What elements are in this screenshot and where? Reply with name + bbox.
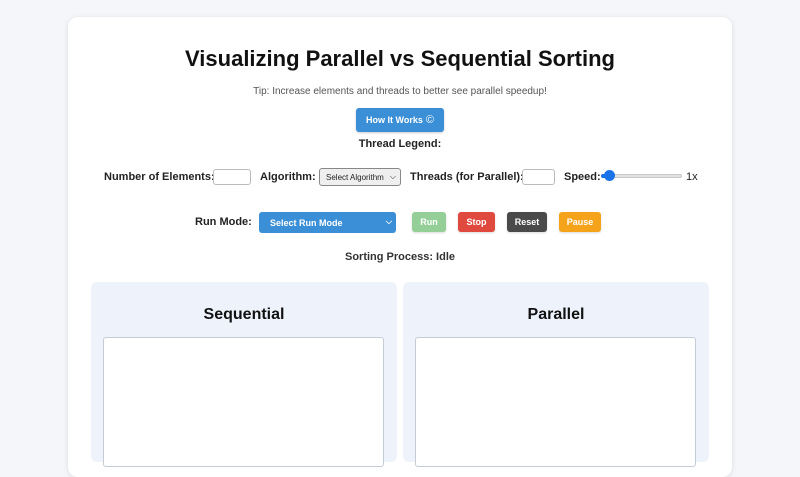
- chevron-down-icon: ⌵: [385, 217, 392, 226]
- sorting-status: Sorting Process: Idle: [344, 251, 456, 263]
- algorithm-select-value: Select Algorithm: [326, 172, 384, 182]
- parallel-title: Parallel: [527, 306, 585, 323]
- parallel-canvas: [415, 337, 696, 467]
- algorithm-select[interactable]: Select Algorithm ⌵: [319, 168, 401, 186]
- how-it-works-label: How It Works: [366, 115, 423, 125]
- run-mode-select-value: Select Run Mode: [270, 217, 343, 228]
- threads-input[interactable]: [522, 169, 555, 185]
- speed-slider-thumb[interactable]: [604, 170, 616, 181]
- parallel-panel: Parallel: [403, 282, 709, 467]
- run-mode-select[interactable]: Select Run Mode ⌵: [259, 212, 396, 233]
- page-title: Visualizing Parallel vs Sequential Sorti…: [185, 46, 615, 71]
- speed-slider[interactable]: [601, 170, 682, 182]
- how-it-works-button[interactable]: How It Works ©: [356, 108, 444, 132]
- run-button[interactable]: Run: [412, 212, 446, 232]
- copyright-icon: ©: [425, 114, 434, 126]
- elements-label: Number of Elements:: [104, 171, 215, 183]
- elements-input[interactable]: [213, 169, 251, 185]
- run-mode-label: Run Mode:: [195, 216, 252, 228]
- speed-label: Speed:: [564, 171, 601, 183]
- algorithm-label: Algorithm:: [260, 171, 316, 183]
- sequential-panel: Sequential: [91, 282, 397, 467]
- tip-text: Tip: Increase elements and threads to be…: [253, 86, 547, 97]
- pause-button[interactable]: Pause: [559, 212, 601, 232]
- stop-button[interactable]: Stop: [458, 212, 495, 232]
- sequential-canvas: [103, 337, 384, 467]
- thread-legend-title: Thread Legend:: [358, 138, 442, 150]
- chevron-down-icon: ⌵: [389, 172, 396, 181]
- reset-button[interactable]: Reset: [507, 212, 547, 232]
- sequential-title: Sequential: [203, 306, 285, 323]
- threads-label: Threads (for Parallel):: [410, 171, 524, 183]
- speed-value: 1x: [686, 171, 698, 183]
